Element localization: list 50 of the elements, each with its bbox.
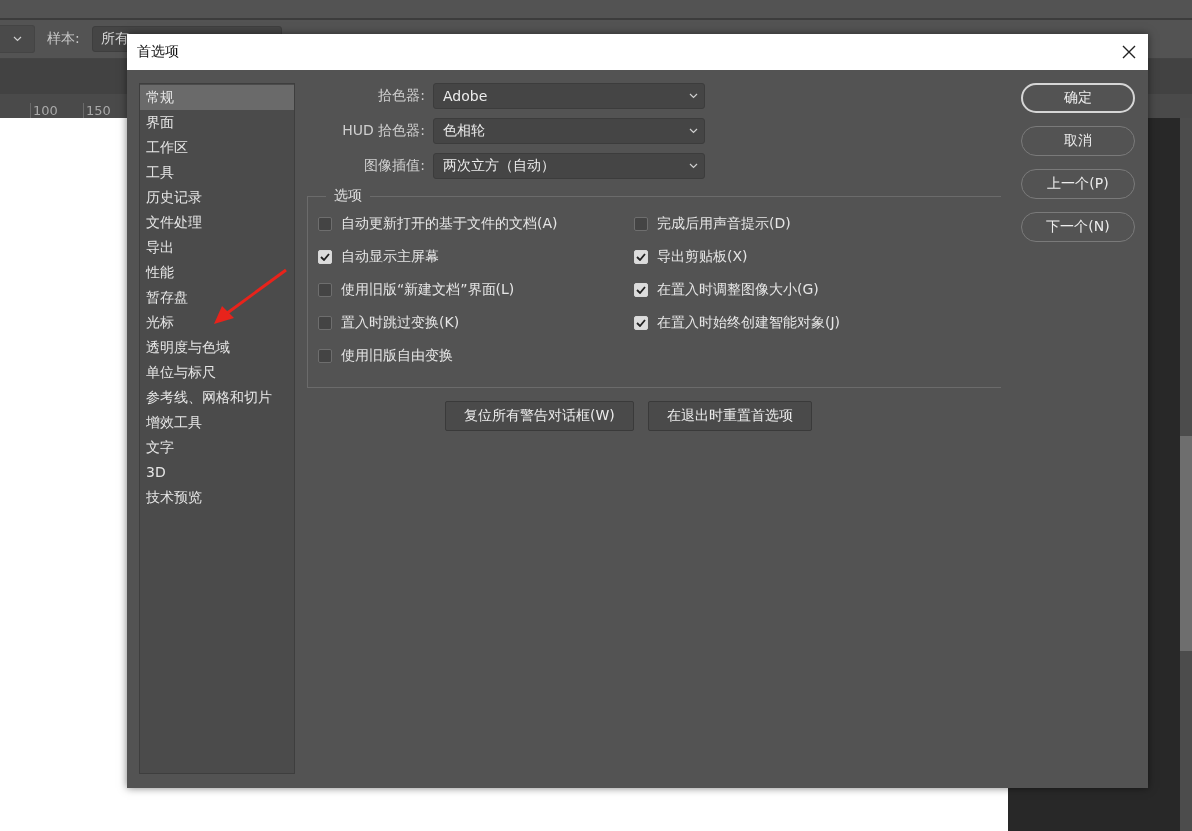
picker-label: 拾色器: bbox=[377, 87, 426, 105]
checkbox[interactable] bbox=[318, 283, 332, 297]
category-item[interactable]: 工作区 bbox=[140, 135, 294, 160]
checkbox[interactable] bbox=[318, 217, 332, 231]
chevron-icon bbox=[12, 36, 22, 42]
chevron-icon bbox=[689, 163, 698, 169]
category-item[interactable]: 常规 bbox=[140, 85, 294, 110]
category-item[interactable]: 参考线、网格和切片 bbox=[140, 385, 294, 410]
checkbox-label: 在置入时始终创建智能对象(J) bbox=[657, 314, 841, 332]
sample-label: 样本: bbox=[47, 30, 80, 48]
checkbox[interactable] bbox=[634, 217, 648, 231]
category-item[interactable]: 增效工具 bbox=[140, 410, 294, 435]
checkbox-label: 使用旧版“新建文档”界面(L) bbox=[341, 281, 515, 299]
picker-label: 图像插值: bbox=[363, 157, 426, 175]
category-item[interactable]: 历史记录 bbox=[140, 185, 294, 210]
group-title: 选项 bbox=[326, 187, 370, 205]
picker-dropdown[interactable]: Adobe bbox=[433, 83, 705, 109]
tool-preset-dropdown[interactable] bbox=[0, 25, 35, 53]
picker-dropdown[interactable]: 两次立方（自动） bbox=[433, 153, 705, 179]
picker-dropdown[interactable]: 色相轮 bbox=[433, 118, 705, 144]
checkbox[interactable] bbox=[318, 316, 332, 330]
checkbox-label: 置入时跳过变换(K) bbox=[341, 314, 460, 332]
checkbox-label: 使用旧版自由变换 bbox=[341, 347, 453, 365]
checkbox-label: 导出剪贴板(X) bbox=[657, 248, 748, 266]
reset-button[interactable]: 在退出时重置首选项 bbox=[647, 401, 812, 431]
chevron-icon bbox=[689, 93, 698, 99]
checkbox-label: 自动更新打开的基于文件的文档(A) bbox=[341, 215, 558, 233]
category-item[interactable]: 透明度与色域 bbox=[140, 335, 294, 360]
checkbox-label: 完成后用声音提示(D) bbox=[657, 215, 791, 233]
close-icon[interactable] bbox=[1122, 45, 1136, 59]
category-item[interactable]: 文字 bbox=[140, 435, 294, 460]
category-item[interactable]: 单位与标尺 bbox=[140, 360, 294, 385]
chevron-icon bbox=[689, 128, 698, 134]
dialog-button[interactable]: 确定 bbox=[1021, 83, 1135, 113]
checkbox[interactable] bbox=[318, 349, 332, 363]
checkbox-label: 在置入时调整图像大小(G) bbox=[657, 281, 819, 299]
category-item[interactable]: 工具 bbox=[140, 160, 294, 185]
checkbox-label: 自动显示主屏幕 bbox=[341, 248, 439, 266]
category-item[interactable]: 性能 bbox=[140, 260, 294, 285]
category-item[interactable]: 文件处理 bbox=[140, 210, 294, 235]
category-item[interactable]: 暂存盘 bbox=[140, 285, 294, 310]
scrollbar[interactable] bbox=[1180, 118, 1192, 831]
reset-button[interactable]: 复位所有警告对话框(W) bbox=[445, 401, 634, 431]
category-item[interactable]: 技术预览 bbox=[140, 485, 294, 510]
category-item[interactable]: 界面 bbox=[140, 110, 294, 135]
category-item[interactable]: 光标 bbox=[140, 310, 294, 335]
dialog-title: 首选项 bbox=[137, 43, 179, 61]
category-item[interactable]: 导出 bbox=[140, 235, 294, 260]
picker-label: HUD 拾色器: bbox=[341, 122, 426, 140]
category-item[interactable]: 3D bbox=[140, 460, 294, 485]
